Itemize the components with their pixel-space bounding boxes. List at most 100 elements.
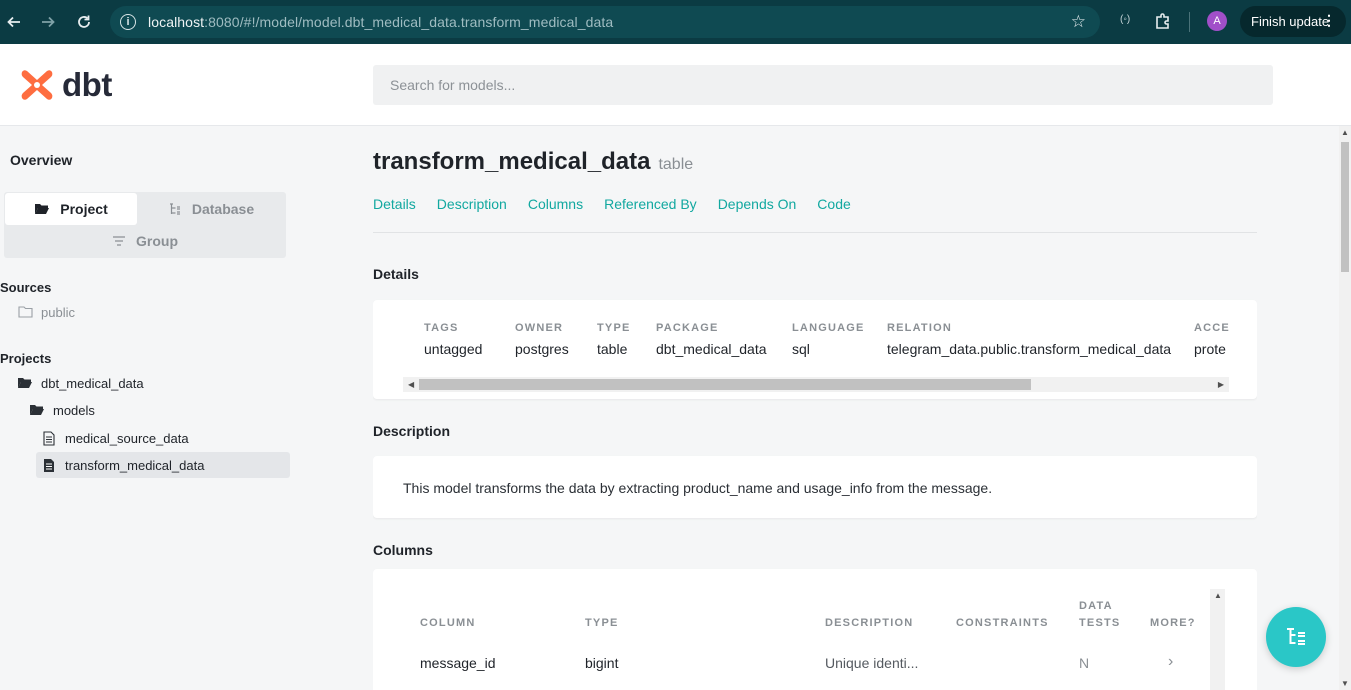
columns-heading: Columns <box>373 542 433 558</box>
database-tree-icon <box>169 203 180 215</box>
tree-item-dbt-medical-data[interactable]: dbt_medical_data <box>17 370 144 396</box>
columns-vertical-scrollbar[interactable]: ▲ <box>1210 589 1225 690</box>
scrollbar-thumb[interactable] <box>1341 142 1349 272</box>
forward-button[interactable] <box>34 8 62 36</box>
detail-relation: RELATION telegram_data.public.transform_m… <box>887 322 1172 357</box>
tree-item-label: models <box>53 402 95 418</box>
search-input[interactable] <box>373 65 1273 105</box>
toolbar-separator <box>1189 12 1190 32</box>
col-header-data: DATA <box>1079 600 1113 612</box>
cell-column: message_id <box>420 655 496 671</box>
reload-button[interactable] <box>70 8 98 36</box>
chevron-right-icon[interactable]: › <box>1168 653 1173 671</box>
main-content: transform_medical_data table Details Des… <box>373 126 1257 690</box>
nav-link-code[interactable]: Code <box>817 196 850 212</box>
projects-heading: Projects <box>0 351 52 366</box>
lineage-tree-icon <box>1287 628 1305 645</box>
file-filled-icon <box>41 458 57 473</box>
back-button[interactable] <box>0 8 28 36</box>
bookmark-star-icon[interactable]: ☆ <box>1071 12 1086 32</box>
tab-project[interactable]: Project <box>5 193 137 225</box>
view-switcher: Project Database Group <box>4 192 286 258</box>
detail-type: TYPE table <box>597 322 631 357</box>
folder-open-icon <box>35 204 50 214</box>
tab-project-label: Project <box>60 201 108 217</box>
tree-item-medical-source-data[interactable]: medical_source_data <box>41 425 189 451</box>
file-icon <box>41 430 57 446</box>
sources-heading: Sources <box>0 280 52 295</box>
scroll-up-arrow-icon[interactable]: ▲ <box>1214 591 1222 600</box>
app-header: dbt <box>0 44 1351 126</box>
profile-avatar[interactable]: A <box>1207 11 1227 31</box>
columns-card: COLUMN TYPE DESCRIPTION CONSTRAINTS DATA… <box>373 569 1257 690</box>
tab-database[interactable]: Database <box>138 193 284 225</box>
lineage-graph-button[interactable] <box>1266 607 1326 667</box>
url-text: localhost:8080/#!/model/model.dbt_medica… <box>148 14 614 30</box>
cell-type: bigint <box>585 655 619 671</box>
detail-owner: OWNER postgres <box>515 322 569 357</box>
tree-item-label: medical_source_data <box>65 430 189 446</box>
description-card: This model transforms the data by extrac… <box>373 456 1257 518</box>
cell-description: Unique identi... <box>825 655 919 671</box>
tree-item-label: transform_medical_data <box>65 457 205 473</box>
cell-tests: N <box>1079 655 1090 671</box>
tree-item-models[interactable]: models <box>29 397 95 423</box>
sidebar: Overview Project Database Group Sources … <box>0 126 300 690</box>
filter-lines-icon <box>113 236 125 246</box>
nav-link-columns[interactable]: Columns <box>528 196 583 212</box>
tree-item-label: dbt_medical_data <box>41 375 144 391</box>
browser-toolbar: i localhost:8080/#!/model/model.dbt_medi… <box>0 0 1351 44</box>
scroll-right-arrow-icon[interactable]: ▶ <box>1218 377 1224 392</box>
nav-link-referenced-by[interactable]: Referenced By <box>604 196 697 212</box>
scroll-down-arrow-icon[interactable]: ▼ <box>1341 679 1349 688</box>
extension-badge-icon[interactable]: (◦) <box>1120 14 1130 25</box>
details-horizontal-scrollbar[interactable]: ◀ ▶ <box>403 377 1229 392</box>
col-header-column: COLUMN <box>420 617 476 629</box>
scrollbar-thumb[interactable] <box>419 379 1031 390</box>
kebab-menu-icon[interactable]: ⋮ <box>1322 12 1336 29</box>
folder-open-icon <box>29 404 45 417</box>
scroll-left-arrow-icon[interactable]: ◀ <box>408 377 414 392</box>
finish-update-button[interactable]: Finish update ⋮ <box>1240 6 1346 37</box>
tab-group[interactable]: Group <box>5 225 285 257</box>
col-header-type: TYPE <box>585 617 619 629</box>
nav-link-depends-on[interactable]: Depends On <box>718 196 797 212</box>
folder-open-icon <box>17 377 33 390</box>
folder-icon <box>17 306 33 318</box>
dbt-logo[interactable]: dbt <box>18 66 112 104</box>
tree-item-transform-medical-data[interactable]: transform_medical_data <box>36 452 290 478</box>
detail-package: PACKAGE dbt_medical_data <box>656 322 767 357</box>
source-item-public[interactable]: public <box>17 299 75 325</box>
detail-tags: TAGS untagged <box>424 322 483 357</box>
scroll-up-arrow-icon[interactable]: ▲ <box>1341 128 1349 137</box>
site-info-icon[interactable]: i <box>120 14 136 30</box>
col-header-more: MORE? <box>1150 617 1196 629</box>
reload-icon <box>78 15 90 28</box>
description-text: This model transforms the data by extrac… <box>403 480 993 496</box>
details-card: TAGS untagged OWNER postgres TYPE table PAC… <box>373 300 1257 399</box>
tab-database-label: Database <box>191 201 255 217</box>
arrow-left-icon <box>7 16 20 28</box>
page-vertical-scrollbar[interactable]: ▲ ▼ <box>1339 126 1351 690</box>
dbt-logo-icon <box>21 70 53 100</box>
page-title: transform_medical_data <box>373 148 651 175</box>
details-heading: Details <box>373 266 419 282</box>
col-header-tests: TESTS <box>1079 617 1121 629</box>
detail-language: LANGUAGE sql <box>792 322 865 357</box>
address-bar[interactable]: i localhost:8080/#!/model/model.dbt_medi… <box>110 6 1100 38</box>
page-subtitle: table <box>658 156 694 173</box>
detail-access: ACCESprote <box>1194 322 1229 357</box>
tab-group-label: Group <box>136 233 178 249</box>
source-item-label: public <box>41 304 75 320</box>
overview-link[interactable]: Overview <box>10 152 72 168</box>
section-divider <box>373 232 1257 233</box>
nav-link-details[interactable]: Details <box>373 196 416 212</box>
description-heading: Description <box>373 423 451 439</box>
finish-update-label: Finish update <box>1251 14 1330 29</box>
arrow-right-icon <box>42 16 55 28</box>
nav-link-description[interactable]: Description <box>437 196 507 212</box>
extensions-puzzle-icon[interactable] <box>1154 12 1172 30</box>
col-header-constraints: CONSTRAINTS <box>956 617 1049 629</box>
page-title-row: transform_medical_data table <box>373 148 693 176</box>
col-header-description: DESCRIPTION <box>825 617 914 629</box>
